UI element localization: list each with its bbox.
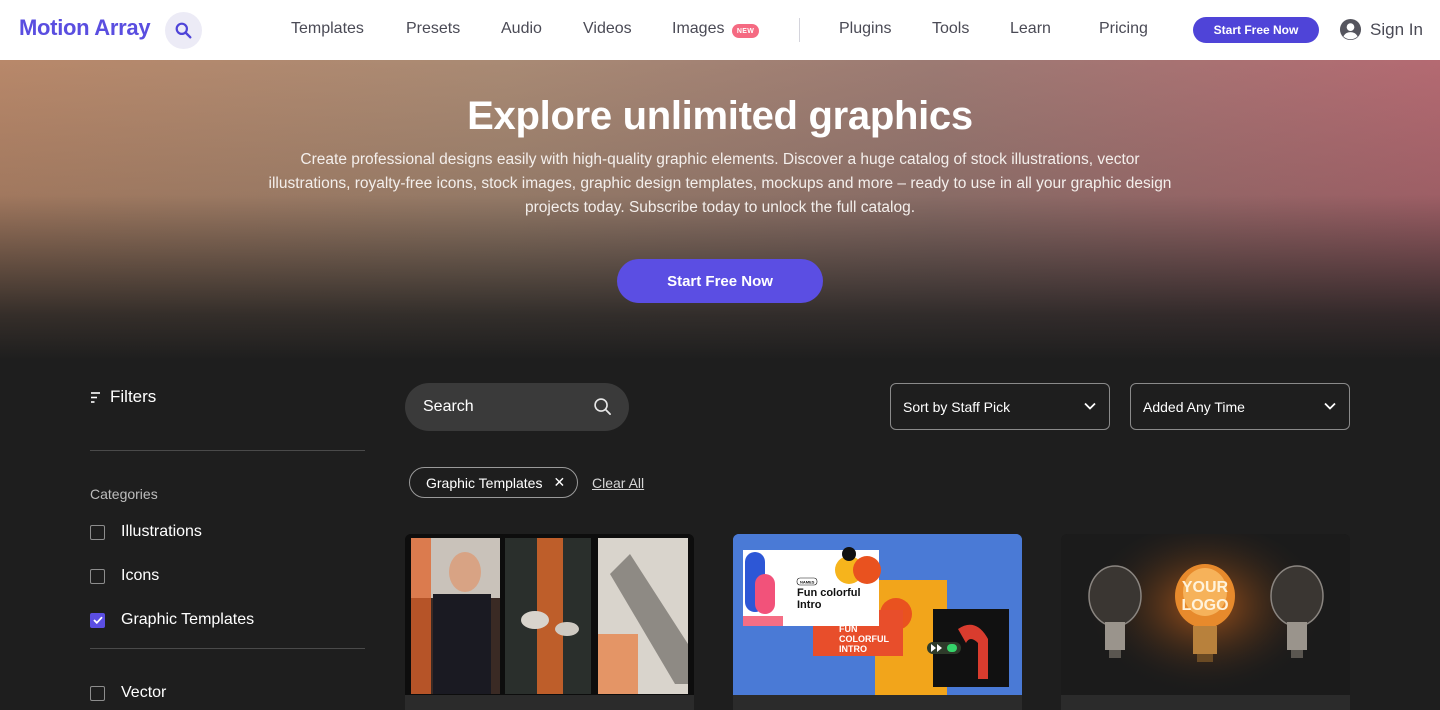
search-placeholder: Search [423, 398, 474, 415]
category-graphic-templates[interactable]: Graphic Templates [90, 611, 254, 629]
card-footer [733, 695, 1022, 710]
header-search-button[interactable] [165, 12, 202, 49]
sort-value: Sort by Staff Pick [903, 398, 1011, 415]
close-icon[interactable]: ✕ [553, 474, 565, 491]
active-filter-chip[interactable]: Graphic Templates ✕ [409, 467, 579, 498]
nav-templates[interactable]: Templates [291, 20, 364, 38]
photo-collage-thumbnail [405, 534, 694, 710]
nav-learn[interactable]: Learn [1010, 20, 1051, 38]
svg-text:NAMES: NAMES [800, 580, 815, 585]
new-badge: NEW [732, 24, 759, 38]
category-label: Illustrations [121, 523, 202, 540]
nav-pricing[interactable]: Pricing [1099, 20, 1148, 38]
svg-text:Fun colorful: Fun colorful [797, 587, 861, 599]
filter-icon [91, 391, 100, 403]
svg-text:LOGO: LOGO [1181, 597, 1228, 614]
chevron-down-icon [1084, 402, 1096, 410]
user-avatar-icon[interactable] [1339, 18, 1362, 41]
category-vector[interactable]: Vector [90, 684, 166, 702]
filters-toggle[interactable]: Filters [90, 387, 156, 407]
light-bulb-logo-thumbnail: YOUR LOGO [1061, 534, 1350, 710]
svg-text:INTRO: INTRO [839, 644, 867, 654]
checkbox-checked[interactable] [90, 612, 105, 628]
search-icon [175, 22, 192, 39]
sign-in-link[interactable]: Sign In [1370, 20, 1423, 40]
category-label: Icons [121, 567, 160, 584]
hero-start-free-button[interactable]: Start Free Now [617, 259, 823, 303]
template-card[interactable]: NAMES Fun colorful Intro FUN COLORFUL IN… [733, 534, 1022, 710]
checkbox[interactable] [90, 568, 105, 584]
search-input[interactable]: Search [405, 383, 629, 431]
svg-text:FUN: FUN [839, 624, 858, 634]
nav-plugins[interactable]: Plugins [839, 20, 891, 38]
search-icon[interactable] [593, 397, 612, 416]
svg-text:Intro: Intro [797, 599, 822, 611]
chip-label: Graphic Templates [426, 474, 543, 491]
sidebar-divider [90, 450, 365, 451]
nav-tools[interactable]: Tools [932, 20, 969, 38]
nav-videos[interactable]: Videos [583, 20, 632, 38]
hero-description: Create professional designs easily with … [268, 151, 1172, 216]
sort-dropdown[interactable]: Sort by Staff Pick [890, 383, 1110, 430]
hero-title: Explore unlimited graphics [467, 94, 973, 138]
time-dropdown[interactable]: Added Any Time [1130, 383, 1350, 430]
category-label: Vector [121, 684, 167, 701]
nav-divider [799, 18, 800, 42]
nav-presets[interactable]: Presets [406, 20, 460, 38]
category-label: Graphic Templates [121, 611, 255, 628]
motion-array-logo[interactable]: Motion Array [19, 15, 151, 41]
filters-label: Filters [110, 387, 157, 406]
template-card[interactable] [405, 534, 694, 710]
categories-title: Categories [90, 486, 158, 502]
chevron-down-icon [1324, 402, 1336, 410]
sidebar-divider [90, 648, 365, 649]
nav-audio[interactable]: Audio [501, 20, 542, 38]
colorful-intro-thumbnail: NAMES Fun colorful Intro FUN COLORFUL IN… [733, 534, 1022, 710]
card-footer [405, 695, 694, 710]
top-navigation-bar: Motion Array Templates Presets Audio Vid… [0, 0, 1440, 60]
svg-text:COLORFUL: COLORFUL [839, 634, 889, 644]
category-icons[interactable]: Icons [90, 567, 159, 585]
checkbox[interactable] [90, 524, 105, 540]
time-value: Added Any Time [1143, 398, 1245, 415]
template-card[interactable]: YOUR LOGO [1061, 534, 1350, 710]
card-footer [1061, 695, 1350, 710]
check-icon [92, 616, 103, 624]
svg-text:YOUR: YOUR [1182, 579, 1229, 596]
nav-images[interactable]: Images [672, 20, 724, 38]
category-illustrations[interactable]: Illustrations [90, 523, 202, 541]
header-start-free-button[interactable]: Start Free Now [1193, 17, 1319, 43]
checkbox[interactable] [90, 685, 105, 701]
clear-all-link[interactable]: Clear All [592, 475, 644, 491]
